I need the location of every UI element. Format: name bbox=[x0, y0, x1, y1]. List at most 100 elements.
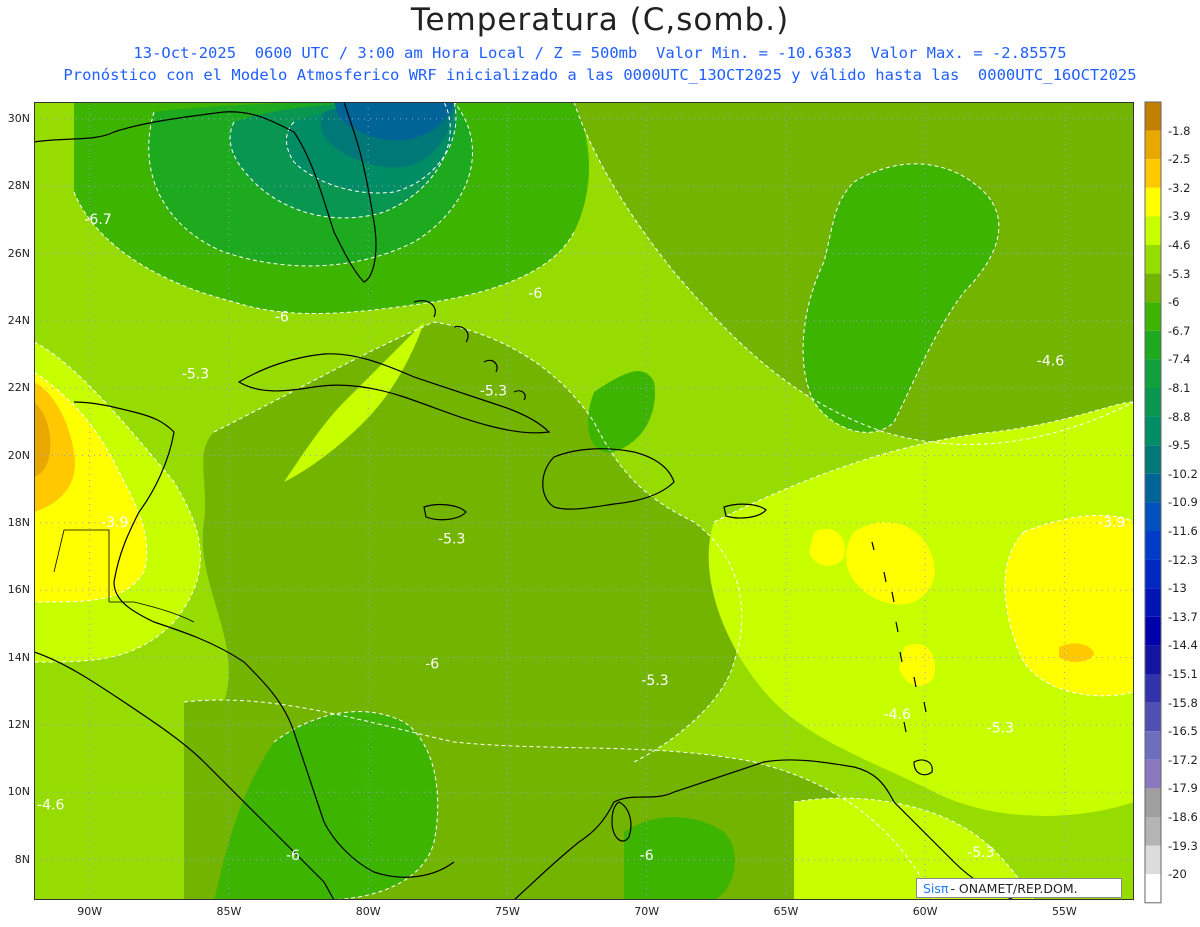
legend-label: -2.5 bbox=[1168, 152, 1191, 167]
contour-value-label: -5.3 bbox=[967, 845, 994, 861]
legend-swatch bbox=[1145, 302, 1161, 331]
sispi-logo-text: Sisπ bbox=[923, 880, 949, 896]
legend-swatch bbox=[1145, 159, 1161, 188]
legend-swatch bbox=[1145, 645, 1161, 674]
contour-value-label: -5.3 bbox=[641, 673, 668, 689]
contour-value-label: -4.6 bbox=[1037, 353, 1064, 369]
onamet-credit: - ONAMET/REP.DOM. bbox=[950, 880, 1078, 896]
legend-swatch bbox=[1145, 102, 1161, 131]
subtitle-model-info: Pronóstico con el Modelo Atmosferico WRF… bbox=[63, 66, 1137, 84]
legend-swatch bbox=[1145, 473, 1161, 503]
legend-swatch bbox=[1145, 130, 1161, 160]
legend-label: -7.4 bbox=[1168, 352, 1191, 367]
y-tick-label: 28N bbox=[7, 179, 30, 193]
contour-value-label: -3.9 bbox=[101, 515, 128, 531]
legend-label: -13 bbox=[1168, 581, 1187, 596]
legend-label: -12.3 bbox=[1168, 552, 1198, 567]
legend-label: -15.8 bbox=[1168, 695, 1198, 710]
legend-swatch bbox=[1145, 788, 1161, 817]
legend-label: -3.9 bbox=[1168, 209, 1191, 224]
x-tick-label: 85W bbox=[216, 905, 242, 918]
contour-value-label: -6 bbox=[425, 656, 439, 672]
legend-label: -20 bbox=[1168, 867, 1187, 882]
y-tick-label: 14N bbox=[7, 650, 30, 664]
x-tick-label: 65W bbox=[773, 905, 799, 918]
temperature-map: -6.7 -6 -5.3 -6 -5.3 -3.9 -5.3 -6 -5.3 -4.6 -3.9 -4… bbox=[34, 102, 1134, 900]
legend-label: -13.7 bbox=[1168, 609, 1198, 624]
y-tick-label: 20N bbox=[7, 448, 30, 462]
legend-label: -14.4 bbox=[1168, 638, 1198, 653]
color-legend bbox=[1144, 101, 1162, 904]
legend-swatch bbox=[1145, 330, 1161, 360]
onamet-logo: Sisπ - ONAMET/REP.DOM. bbox=[916, 878, 1122, 898]
contour-value-label: -5.3 bbox=[182, 367, 209, 383]
legend-label: -19.3 bbox=[1168, 838, 1198, 853]
legend-label: -18.6 bbox=[1168, 810, 1198, 824]
x-tick-label: 80W bbox=[355, 905, 381, 918]
y-tick-label: 16N bbox=[7, 583, 30, 597]
y-tick-label: 30N bbox=[7, 111, 30, 125]
legend-swatch bbox=[1145, 359, 1161, 388]
contour-value-label: -3.9 bbox=[1098, 515, 1125, 531]
legend-label: -3.2 bbox=[1168, 180, 1191, 195]
legend-label: -6.7 bbox=[1168, 323, 1191, 338]
legend-label: -16.5 bbox=[1168, 724, 1198, 739]
legend-label: -10.2 bbox=[1168, 466, 1198, 481]
legend-label: -11.6 bbox=[1168, 524, 1198, 538]
legend-swatch bbox=[1145, 416, 1161, 446]
y-tick-label: 18N bbox=[7, 515, 30, 529]
x-tick-label: 75W bbox=[494, 905, 520, 918]
legend-label: -9.5 bbox=[1168, 438, 1191, 453]
legend-swatch bbox=[1145, 559, 1161, 589]
legend-label: -10.9 bbox=[1168, 495, 1198, 510]
x-tick-label: 55W bbox=[1051, 905, 1077, 918]
legend-swatch bbox=[1145, 845, 1161, 875]
legend-swatch bbox=[1145, 245, 1161, 274]
legend-swatch bbox=[1145, 216, 1161, 245]
legend-swatch bbox=[1145, 388, 1161, 417]
legend-swatch bbox=[1145, 817, 1161, 846]
y-tick-label: 24N bbox=[7, 313, 30, 327]
legend-label: -17.9 bbox=[1168, 781, 1198, 796]
contour-value-label: -6.7 bbox=[84, 212, 111, 228]
y-tick-label: 22N bbox=[7, 381, 30, 395]
contour-value-label: -5.3 bbox=[480, 384, 507, 400]
legend-label: -6 bbox=[1168, 295, 1180, 310]
x-tick-label: 90W bbox=[77, 905, 103, 918]
contour-value-label: -5.3 bbox=[987, 720, 1014, 736]
contour-value-label: -6 bbox=[528, 286, 542, 302]
x-tick-label: 60W bbox=[912, 905, 938, 918]
legend-swatch bbox=[1145, 759, 1161, 789]
legend-label: -8.1 bbox=[1168, 381, 1191, 395]
legend-label: -1.8 bbox=[1168, 123, 1191, 138]
legend-label: -4.6 bbox=[1168, 238, 1191, 252]
legend-label: -5.3 bbox=[1168, 266, 1191, 281]
legend-swatch bbox=[1145, 702, 1161, 732]
legend-swatch bbox=[1145, 616, 1161, 646]
contour-value-label: -5.3 bbox=[438, 532, 465, 548]
legend-label: -17.2 bbox=[1168, 752, 1198, 767]
map-title: Temperatura (C,somb.) bbox=[410, 2, 790, 38]
contour-value-label: -4.6 bbox=[37, 798, 64, 814]
legend-swatch bbox=[1145, 731, 1161, 760]
legend-swatch bbox=[1145, 502, 1161, 531]
legend-swatch bbox=[1145, 445, 1161, 474]
y-tick-label: 8N bbox=[14, 852, 30, 866]
legend-swatch bbox=[1145, 674, 1161, 703]
legend-label: -8.8 bbox=[1168, 409, 1191, 424]
legend-swatch bbox=[1145, 531, 1161, 560]
legend-label: -15.1 bbox=[1168, 667, 1198, 681]
y-tick-label: 26N bbox=[7, 246, 30, 260]
contour-value-label: -4.6 bbox=[884, 707, 911, 723]
legend-swatch bbox=[1145, 187, 1161, 217]
contour-value-label: -6 bbox=[640, 848, 654, 864]
legend-swatch bbox=[1145, 273, 1161, 303]
legend-swatch bbox=[1145, 874, 1161, 903]
y-tick-label: 10N bbox=[7, 785, 30, 799]
contour-value-label: -6 bbox=[286, 848, 300, 864]
y-tick-label: 12N bbox=[7, 717, 30, 731]
subtitle-valid-time: 13-Oct-2025 0600 UTC / 3:00 am Hora Loca… bbox=[133, 44, 1067, 62]
contour-value-label: -6 bbox=[275, 309, 289, 325]
legend-swatch bbox=[1145, 588, 1161, 617]
x-tick-label: 70W bbox=[634, 905, 660, 918]
